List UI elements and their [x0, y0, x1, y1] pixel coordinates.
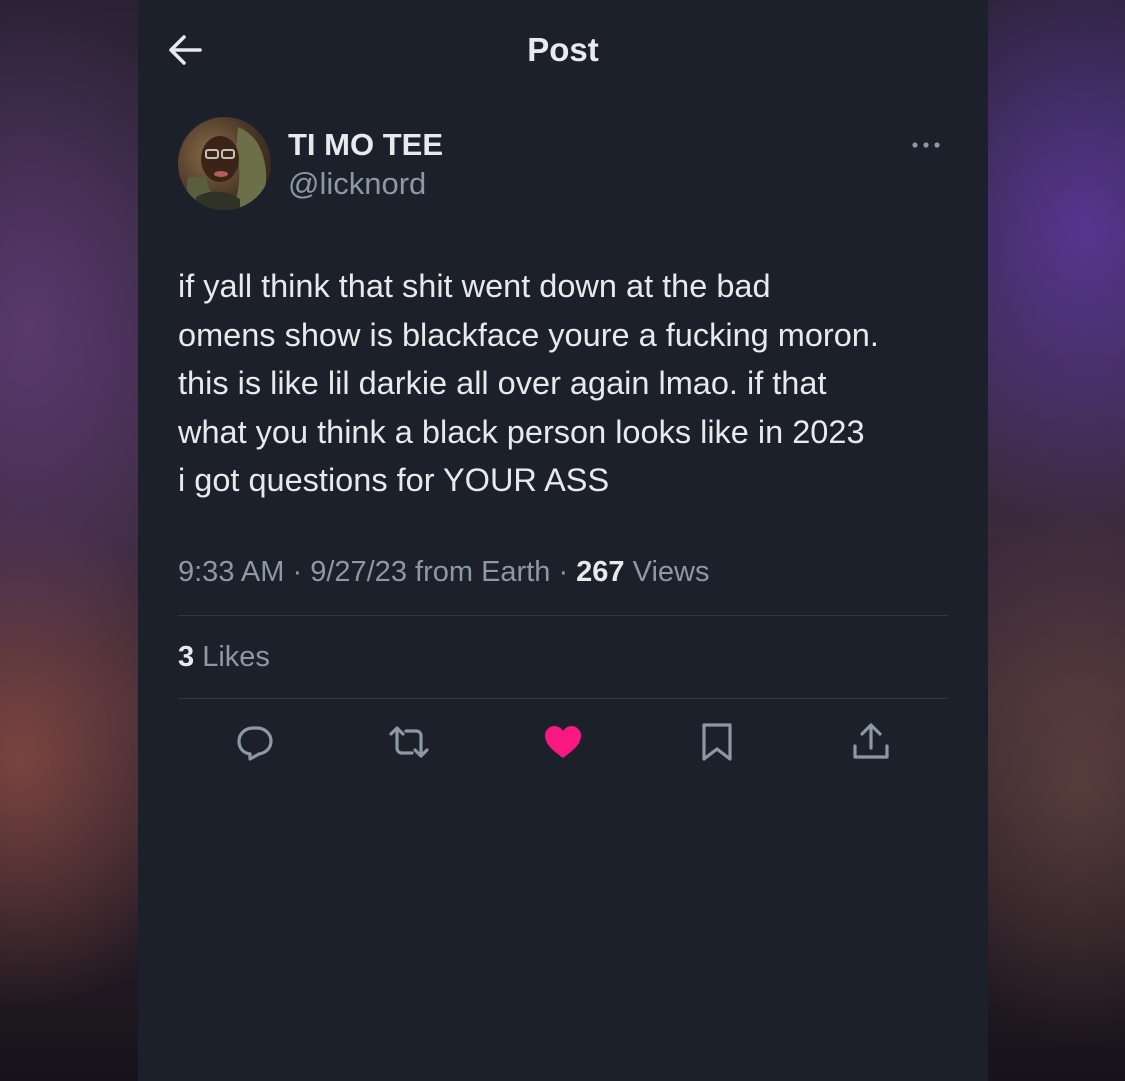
avatar[interactable]: [178, 117, 271, 210]
avatar-image: [178, 117, 271, 210]
post-time[interactable]: 9:33 AM: [178, 556, 284, 588]
post-text-line: omens show is blackface youre a fucking …: [178, 316, 879, 353]
reply-button[interactable]: [233, 720, 277, 764]
retweet-icon: [389, 726, 429, 758]
bookmark-icon: [702, 723, 732, 761]
divider: [178, 615, 948, 616]
handle[interactable]: @licknord: [288, 166, 426, 202]
like-icon-filled: [545, 726, 581, 758]
likes-label: Likes: [194, 641, 270, 673]
share-icon: [853, 723, 889, 759]
page-title: Post: [527, 31, 599, 68]
retweet-button[interactable]: [387, 720, 431, 764]
display-name[interactable]: TI MO TEE: [288, 127, 443, 163]
post-text-line: i got questions for YOUR ASS: [178, 462, 610, 498]
post-text-line: if yall think that shit went down at the…: [178, 268, 771, 304]
meta-separator: ·: [284, 556, 311, 588]
divider: [178, 698, 948, 699]
top-bar: Post: [138, 0, 988, 100]
more-options-button[interactable]: [906, 133, 946, 157]
more-horizontal-icon: [912, 142, 940, 148]
author-row: TI MO TEE @licknord: [178, 117, 948, 213]
likes-count: 3: [178, 641, 195, 673]
post-text: if yall think that shit went down at the…: [178, 262, 968, 505]
bookmark-button[interactable]: [695, 720, 739, 764]
share-button[interactable]: [849, 720, 893, 764]
post-screen: Post TI MO TEE @licknord if yall think t…: [138, 0, 988, 1081]
likes-summary[interactable]: 3 Likes: [178, 637, 270, 677]
post-source: from Earth: [406, 556, 551, 588]
reply-icon: [237, 726, 273, 761]
post-text-line: this is like lil darkie all over again l…: [178, 365, 827, 401]
views-count: 267: [576, 556, 625, 588]
post-date[interactable]: 9/27/23: [310, 556, 407, 588]
post-metadata: 9:33 AM · 9/27/23 from Earth · 267 Views: [178, 552, 709, 592]
like-button[interactable]: [541, 720, 585, 764]
views-label: Views: [624, 556, 710, 588]
meta-separator: ·: [550, 556, 577, 588]
post-text-line: what you think a black person looks like…: [178, 413, 865, 450]
